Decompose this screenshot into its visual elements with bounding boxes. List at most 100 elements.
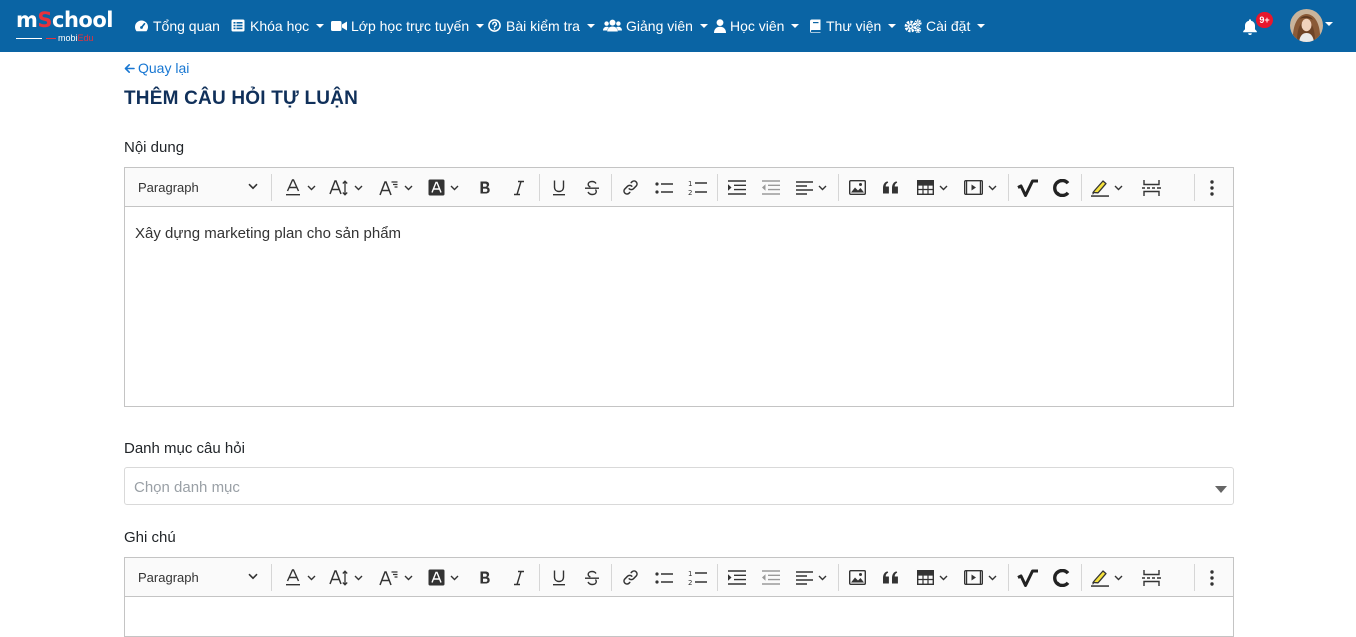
nav-item-online-classes[interactable]: Lớp học trực tuyến (331, 0, 485, 52)
insert-table-button[interactable] (917, 168, 948, 207)
nav-item-students[interactable]: Học viên (714, 0, 800, 52)
underline-button[interactable] (551, 168, 567, 207)
more-tools-button[interactable] (1210, 168, 1214, 207)
math-formula-button[interactable] (1017, 168, 1038, 207)
chevron-down-icon (939, 575, 948, 580)
logo-wordmark: mSchool (16, 8, 113, 32)
bold-button[interactable] (477, 168, 493, 207)
more-vertical-icon (1210, 569, 1214, 586)
font-size-button[interactable] (329, 168, 363, 207)
outdent-button[interactable] (761, 558, 780, 597)
indent-button[interactable] (727, 168, 746, 207)
chevron-down-icon (988, 185, 997, 190)
bulleted-list-button[interactable] (655, 168, 673, 207)
indent-button[interactable] (727, 558, 746, 597)
back-link[interactable]: Quay lại (124, 60, 189, 76)
alignment-button[interactable] (796, 558, 827, 597)
font-background-color-button[interactable] (428, 168, 459, 207)
highlight-icon (1091, 179, 1109, 197)
font-background-icon (428, 179, 445, 196)
bold-button[interactable] (477, 558, 493, 597)
user-icon (714, 19, 726, 33)
underline-button[interactable] (551, 558, 567, 597)
user-avatar[interactable] (1290, 9, 1323, 42)
chevron-down-icon (307, 575, 316, 580)
chevron-down-icon (354, 185, 363, 190)
italic-button[interactable] (512, 558, 526, 597)
note-editor-body[interactable] (125, 597, 1233, 637)
italic-button[interactable] (512, 168, 526, 207)
nav-item-settings[interactable]: Cài đặt (904, 0, 986, 52)
link-button[interactable] (622, 168, 639, 207)
block-quote-button[interactable] (883, 168, 900, 207)
paragraph-format-dropdown[interactable]: Paragraph (127, 558, 267, 597)
font-color-icon (286, 568, 300, 585)
strikethrough-button[interactable] (584, 558, 600, 597)
font-color-button[interactable] (284, 168, 316, 207)
paragraph-format-dropdown[interactable]: Paragraph (127, 168, 267, 207)
font-size-icon (329, 179, 348, 196)
list-icon (231, 19, 246, 33)
chevron-down-icon (586, 24, 595, 28)
font-color-icon (286, 178, 300, 195)
chemistry-formula-button[interactable] (1053, 168, 1071, 207)
numbered-list-button[interactable]: 12 (688, 168, 707, 207)
media-embed-button[interactable] (964, 558, 997, 597)
strikethrough-button[interactable] (584, 168, 600, 207)
nav-item-instructors[interactable]: Giảng viên (603, 0, 708, 52)
chevron-down-icon[interactable] (1325, 22, 1333, 26)
chevron-down-icon (699, 24, 708, 28)
font-color-button[interactable] (284, 558, 316, 597)
note-editor: Paragraph 1 2 (124, 557, 1234, 637)
chemistry-formula-button[interactable] (1053, 558, 1071, 597)
nav-item-overview[interactable]: Tổng quan (134, 0, 220, 52)
alignment-button[interactable] (796, 168, 827, 207)
insert-image-button[interactable] (849, 168, 866, 207)
more-tools-button[interactable] (1210, 558, 1214, 597)
math-formula-button[interactable] (1017, 558, 1038, 597)
more-vertical-icon (1210, 179, 1214, 196)
page-break-button[interactable] (1142, 558, 1161, 597)
insert-table-button[interactable] (917, 558, 948, 597)
highlight-button[interactable] (1091, 168, 1123, 207)
highlight-button[interactable] (1091, 558, 1123, 597)
font-family-button[interactable] (379, 558, 413, 597)
page-break-button[interactable] (1142, 168, 1161, 207)
italic-icon (514, 570, 524, 585)
font-family-button[interactable] (379, 168, 413, 207)
category-select[interactable]: Chọn danh mục (124, 467, 1234, 505)
mschool-logo[interactable]: mSchool mobiEdu (16, 8, 113, 43)
font-family-icon (379, 570, 398, 585)
underline-icon (553, 180, 565, 195)
quote-icon (883, 181, 898, 194)
font-background-color-button[interactable] (428, 558, 459, 597)
font-size-button[interactable] (329, 558, 363, 597)
insert-image-button[interactable] (849, 558, 866, 597)
table-icon (917, 570, 934, 585)
logo-subtitle: mobiEdu (16, 33, 112, 43)
bulleted-list-button[interactable] (655, 558, 673, 597)
strikethrough-icon (585, 570, 599, 585)
highlight-icon (1091, 569, 1109, 587)
chevron-down-icon (404, 185, 413, 190)
block-quote-button[interactable] (883, 558, 900, 597)
chevron-down-icon (818, 575, 827, 580)
nav-item-library[interactable]: Thư viện (810, 0, 897, 52)
table-icon (917, 180, 934, 195)
content-editor-body[interactable]: Xây dựng marketing plan cho sản phẩm (125, 207, 1233, 406)
align-left-icon (796, 570, 813, 585)
nav-item-courses[interactable]: Khóa học (231, 0, 325, 52)
media-embed-button[interactable] (964, 168, 997, 207)
outdent-button[interactable] (761, 168, 780, 207)
nav-item-tests[interactable]: Bài kiểm tra (488, 0, 595, 52)
svg-text:1: 1 (688, 180, 692, 188)
chevron-down-icon (307, 185, 316, 190)
chevron-down-icon (354, 575, 363, 580)
bulleted-list-icon (655, 571, 673, 584)
link-button[interactable] (622, 558, 639, 597)
editor-toolbar: Paragraph 1 2 (125, 168, 1233, 207)
indent-icon (728, 570, 746, 585)
link-icon (623, 570, 638, 585)
chevron-down-icon (1114, 185, 1123, 190)
numbered-list-button[interactable]: 12 (688, 558, 707, 597)
